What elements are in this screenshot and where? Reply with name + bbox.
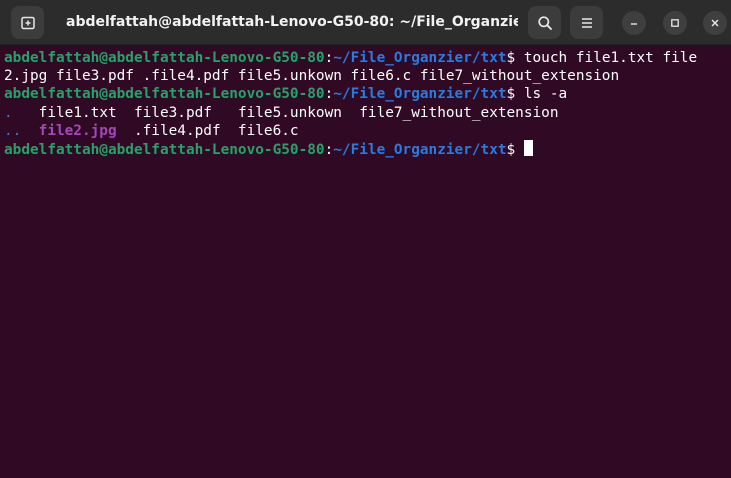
maximize-icon [671, 19, 679, 27]
menu-button[interactable] [570, 6, 603, 39]
prompt-user: abdelfattah@abdelfattah-Lenovo-G50-80 [4, 50, 325, 66]
prompt-path: ~/File_Organzier/txt [333, 86, 507, 103]
image-file-entry: file2.jpg [38, 122, 117, 139]
prompt-path: ~/File_Organzier/txt [333, 50, 507, 66]
prompt-user: abdelfattah@abdelfattah-Lenovo-G50-80 [4, 86, 325, 103]
close-icon [711, 19, 719, 27]
search-icon [537, 15, 552, 30]
terminal-output[interactable]: abdelfattah@abdelfattah-Lenovo-G50-80:~/… [0, 45, 731, 478]
new-tab-icon [20, 16, 35, 29]
prompt-path: ~/File_Organzier/txt [333, 141, 507, 158]
command-text-continued: 2.jpg file3.pdf .file4.pdf file5.unkown … [4, 68, 620, 85]
prompt-symbol: $ [506, 86, 524, 103]
ls-output-row-2: .. file2.jpg .file4.pdf file6.c [4, 122, 731, 140]
command-wrap-line: 2.jpg file3.pdf .file4.pdf file5.unkown … [4, 67, 731, 85]
file-entries: file1.txt file3.pdf file5.unkown file7_w… [38, 104, 559, 121]
command-text: touch file1.txt file [523, 50, 698, 66]
column-gap [13, 105, 39, 121]
prompt-line-current: abdelfattah@abdelfattah-Lenovo-G50-80:~/… [4, 139, 731, 158]
prompt-line-touch: abdelfattah@abdelfattah-Lenovo-G50-80:~/… [4, 49, 731, 67]
prompt-separator: : [324, 141, 334, 158]
window-title: abdelfattah@abdelfattah-Lenovo-G50-80: ~… [66, 14, 518, 30]
prompt-separator: : [324, 50, 334, 66]
column-gap [21, 123, 38, 139]
new-tab-button[interactable] [11, 6, 44, 39]
prompt-symbol: $ [506, 141, 524, 158]
close-button[interactable] [703, 11, 727, 35]
parent-dir-entry: .. [4, 122, 22, 139]
prompt-symbol: $ [506, 50, 524, 66]
terminal-window: abdelfattah@abdelfattah-Lenovo-G50-80: ~… [0, 0, 731, 478]
minimize-button[interactable] [622, 11, 646, 35]
title-bar: abdelfattah@abdelfattah-Lenovo-G50-80: ~… [0, 0, 731, 45]
prompt-separator: : [324, 86, 334, 103]
file-entries: .file4.pdf file6.c [116, 122, 299, 139]
maximize-button[interactable] [663, 11, 687, 35]
prompt-user: abdelfattah@abdelfattah-Lenovo-G50-80 [4, 141, 325, 158]
search-button[interactable] [528, 6, 561, 39]
minimize-icon [631, 23, 637, 25]
hamburger-menu-icon [581, 17, 592, 28]
current-dir-entry: . [4, 104, 13, 121]
command-text: ls -a [523, 86, 568, 103]
ls-output-row-1: . file1.txt file3.pdf file5.unkown file7… [4, 104, 731, 122]
text-cursor [523, 139, 533, 156]
prompt-line-ls: abdelfattah@abdelfattah-Lenovo-G50-80:~/… [4, 85, 731, 103]
